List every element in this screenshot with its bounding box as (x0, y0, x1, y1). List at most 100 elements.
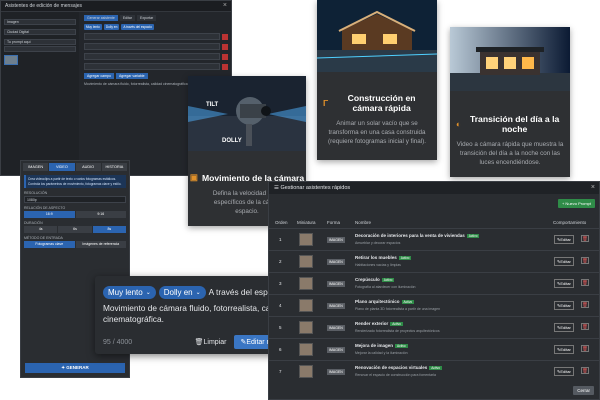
row-name: Mejora de imagen Activo (355, 343, 408, 348)
prompt-field[interactable]: Tu prompt aquí (4, 39, 76, 45)
delete-icon[interactable] (222, 53, 228, 60)
delete-icon[interactable]: 🗑 (581, 345, 589, 352)
delete-icon[interactable] (222, 63, 228, 70)
active-badge: Activo (401, 300, 415, 304)
row-form-badge: IMAGEN (327, 237, 345, 243)
ratio-9-16[interactable]: 9:16 (75, 211, 126, 218)
table-header: Orden Miniatura Forma Nombre Comportamie… (275, 220, 587, 225)
row-name: Renovación de espacios virtuales Activo (355, 365, 442, 370)
thumbnail-image[interactable] (4, 55, 18, 65)
row-form-badge: IMAGEN (327, 369, 345, 375)
method-label: MÉTODO DE ENTRADA (24, 236, 63, 240)
delete-icon[interactable]: 🗑 (581, 257, 589, 264)
table-row: 3 IMAGEN Crepúsculo Activo Fotografía al ata… (269, 272, 599, 294)
row-form-badge: IMAGEN (327, 281, 345, 287)
speed-pill[interactable]: Muy lento ⌄ (103, 286, 156, 299)
card-construction[interactable]: Γ Construcción en cámara rápida Animar u… (317, 0, 437, 160)
table-row: 1 IMAGEN Decoración de interiores para la … (269, 228, 599, 250)
row-name: Crepúsculo Activo (355, 277, 395, 282)
assistant-sidebar: Imagen Ciudad Digital Tu prompt aquí (1, 12, 79, 175)
tab-generate[interactable]: Generar asistente (84, 15, 118, 21)
new-prompt-button[interactable]: + Nuevo Prompt (557, 199, 595, 208)
edit-button[interactable]: ✎Editar (554, 323, 574, 332)
field-empty[interactable] (4, 46, 76, 52)
ratio-16-9[interactable]: 16:9 (24, 211, 75, 218)
name-field[interactable]: Ciudad Digital (4, 29, 76, 35)
method-references[interactable]: Imágenes de referencia (75, 241, 126, 248)
chevron-down-icon: ⌄ (145, 290, 151, 296)
row-name: Decoración de interiores para la venta d… (355, 233, 480, 238)
table-row: 4 IMAGEN Plano arquitectónico Activo Plano d… (269, 294, 599, 316)
row-order: 6 (279, 347, 282, 352)
row-form-badge: IMAGEN (327, 259, 345, 265)
row-subtitle: Renovar el espacio de construcción para … (355, 373, 436, 377)
assistant-window-title: Asistentes de edición de mensajes × (1, 1, 231, 12)
type-select[interactable]: Imagen (4, 19, 76, 25)
tab-export[interactable]: Exportar (136, 15, 157, 21)
close-icon[interactable]: × (223, 2, 227, 9)
delete-icon[interactable] (222, 33, 228, 40)
delete-icon[interactable] (222, 43, 228, 50)
active-badge: Activo (381, 278, 395, 282)
row-thumbnail (299, 321, 313, 334)
duration-8s[interactable]: 8s (92, 226, 126, 233)
variable-field[interactable] (84, 53, 220, 60)
aspect-ratio-label: RELACIÓN DE ASPECTO (24, 206, 66, 210)
edit-button[interactable]: ✎Editar (554, 279, 574, 288)
row-subtitle: Renderizado fotorrealista de proyectos a… (355, 329, 440, 333)
tab-audio[interactable]: AUDIO (75, 163, 101, 171)
delete-icon[interactable]: 🗑 (581, 323, 589, 330)
card-day-night[interactable]: ◐ Transición del día a la noche Video a … (450, 27, 570, 177)
variable-field[interactable] (84, 43, 220, 50)
construction-icon: Γ (323, 98, 329, 108)
row-form-badge: IMAGEN (327, 347, 345, 353)
edit-button[interactable]: ✎Editar (554, 301, 574, 310)
table-body: 1 IMAGEN Decoración de interiores para la … (269, 228, 599, 382)
duration-4s[interactable]: 4s (24, 226, 58, 233)
active-badge: Activo (390, 322, 403, 326)
add-variable-button[interactable]: Agregar variable (115, 73, 148, 79)
duration-label: DURACIÓN (24, 221, 43, 225)
edit-button[interactable]: ✎Editar (554, 345, 574, 354)
house-construction-image (317, 0, 437, 72)
row-name: Plano arquitectónico Activo (355, 299, 415, 304)
delete-icon[interactable]: 🗑 (581, 279, 589, 286)
camera-icon: ▣ (189, 172, 198, 182)
active-badge: Activo (395, 344, 408, 348)
resolution-label: RESOLUCIÓN (24, 191, 48, 195)
row-thumbnail (299, 233, 313, 246)
generate-button[interactable]: ✦ GENERAR (25, 363, 125, 373)
clear-button[interactable]: 🗑Limpiar (195, 338, 227, 346)
chip-dolly[interactable]: Dolly en (103, 24, 120, 30)
camera-rig-image: TILT DOLLY (188, 76, 306, 151)
row-form-badge: IMAGEN (327, 325, 345, 331)
delete-icon[interactable]: 🗑 (581, 235, 589, 242)
add-field-button[interactable]: Agregar campo (84, 73, 114, 79)
variable-field[interactable] (84, 33, 220, 40)
tab-edit[interactable]: Editar (119, 15, 135, 21)
tab-image[interactable]: IMAGEN (23, 163, 49, 171)
row-order: 4 (279, 303, 282, 308)
tab-story[interactable]: HISTORIA (101, 163, 127, 171)
close-icon[interactable]: × (591, 184, 595, 191)
active-badge: Activo (429, 366, 442, 370)
chip-space[interactable]: A través del espacio (121, 24, 154, 30)
close-button[interactable]: Cerrar (573, 386, 594, 395)
dolly-label: DOLLY (222, 138, 242, 144)
delete-icon[interactable]: 🗑 (581, 367, 589, 374)
card-title: Construcción en cámara rápida (347, 93, 416, 113)
row-order: 5 (279, 325, 282, 330)
chip-speed[interactable]: Muy lento (84, 24, 102, 30)
tab-video[interactable]: VIDEO (49, 163, 75, 171)
delete-icon[interactable]: 🗑 (581, 301, 589, 308)
row-subtitle: Mejorar la calidad y la iluminación (355, 351, 408, 355)
active-badge: Activo (398, 256, 412, 260)
edit-button[interactable]: ✎Editar (554, 367, 574, 376)
variable-field[interactable] (84, 63, 220, 70)
method-keyframes[interactable]: Fotogramas clave (24, 241, 75, 248)
edit-button[interactable]: ✎Editar (554, 235, 574, 244)
resolution-select[interactable]: 1080p (24, 196, 126, 203)
edit-button[interactable]: ✎Editar (554, 257, 574, 266)
dolly-pill[interactable]: Dolly en ⌄ (158, 286, 206, 299)
duration-6s[interactable]: 6s (58, 226, 92, 233)
